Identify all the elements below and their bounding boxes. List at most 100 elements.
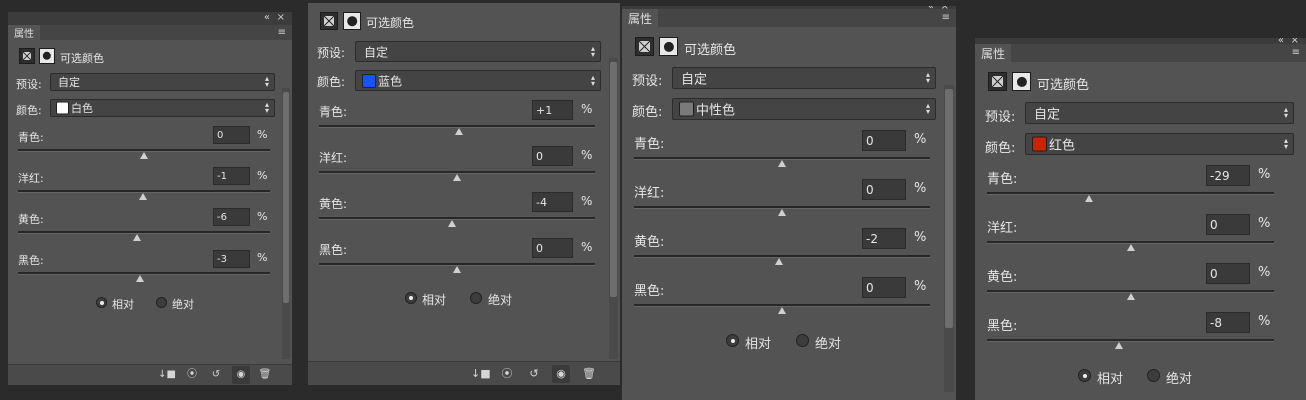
color-label: 颜色: [317,75,346,89]
adjustment-layer-icon [19,48,35,64]
clip-to-layer-icon[interactable]: ↓■ [158,366,176,384]
slider-thumb-cyan[interactable] [1085,195,1093,202]
radio-absolute[interactable] [796,334,809,347]
preset-label: 预设: [632,74,663,89]
color-dropdown[interactable]: 白色 ▴ ▾ [50,99,275,117]
color-swatch [56,101,69,115]
slider-thumb-yellow[interactable] [133,234,141,241]
radio-relative[interactable] [96,297,107,308]
percent-label-black: % [257,251,268,264]
visibility-icon[interactable]: ◉ [232,366,250,384]
slider-track-yellow[interactable] [319,217,595,220]
radio-relative[interactable] [405,292,417,304]
slider-thumb-magenta[interactable] [453,174,461,181]
reset-icon[interactable]: ↺ [207,366,225,384]
preset-dropdown[interactable]: 自定 ▴ ▾ [50,73,275,91]
value-field-yellow[interactable]: -2 [862,228,906,249]
vertical-scrollbar[interactable] [944,85,954,392]
slider-thumb-cyan[interactable] [140,152,148,159]
slider-thumb-magenta[interactable] [1127,244,1135,251]
radio-absolute[interactable] [470,292,482,304]
view-previous-state-icon[interactable]: ⦿ [183,366,201,384]
slider-track-yellow[interactable] [18,231,270,234]
slider-thumb-yellow[interactable] [1127,293,1135,300]
dropdown-arrows-icon: ▴ ▾ [925,101,930,116]
layer-mask-icon[interactable] [343,12,361,30]
slider-thumb-magenta[interactable] [778,209,786,216]
vertical-scrollbar[interactable] [282,88,290,359]
channel-label-cyan: 青色: [634,137,665,152]
slider-track-cyan[interactable] [987,192,1274,195]
value-field-cyan[interactable]: -29 [1206,165,1250,186]
clip-to-layer-icon[interactable]: ↓■ [471,365,491,383]
value-field-yellow[interactable]: 0 [1206,263,1250,284]
slider-thumb-yellow[interactable] [448,220,456,227]
reset-icon[interactable]: ↺ [525,365,543,383]
radio-relative[interactable] [1078,369,1091,382]
panel-title: 可选颜色 [1037,78,1090,93]
value-field-cyan[interactable]: 0 [213,126,250,144]
slider-thumb-black[interactable] [453,266,461,273]
delete-icon[interactable]: 🗑 [256,366,274,384]
tab-properties[interactable]: 属性 [8,25,40,40]
tab-properties[interactable]: 属性 [975,44,1012,62]
preset-value: 自定 [364,45,389,59]
vertical-scrollbar[interactable] [609,58,618,359]
tab-properties[interactable]: 属性 [622,9,659,27]
delete-icon[interactable]: 🗑 [580,365,598,383]
value-field-yellow[interactable]: -4 [532,192,573,212]
channel-label-yellow: 黄色: [634,235,665,250]
close-icon[interactable]: × [277,13,285,23]
value-field-magenta[interactable]: 0 [532,146,573,166]
color-dropdown[interactable]: 蓝色 ▴ ▾ [355,70,601,91]
value-field-black[interactable]: -8 [1206,312,1250,333]
slider-thumb-black[interactable] [136,275,144,282]
color-label: 颜色: [985,141,1016,156]
panel-menu-icon[interactable]: ≡ [278,28,286,38]
scrollbar-thumb[interactable] [610,62,617,297]
radio-absolute-label: 绝对 [1166,372,1193,387]
color-dropdown[interactable]: 红色 ▴ ▾ [1025,133,1294,155]
value-field-magenta[interactable]: -1 [213,167,250,185]
properties-panel: «× 属性 ≡ 可选颜色 预设: 自定 ▴ ▾ 颜色: 红色 ▴ ▾ 青色: -29% 洋红: 0% 黄色: 0%… [975,38,1306,400]
collapse-icon[interactable]: « [264,13,270,23]
slider-thumb-yellow[interactable] [775,258,783,265]
scrollbar-thumb[interactable] [283,92,289,304]
slider-thumb-cyan[interactable] [455,128,463,135]
panel-menu-icon[interactable]: ≡ [1292,48,1300,58]
slider-thumb-black[interactable] [1115,342,1123,349]
preset-dropdown[interactable]: 自定 ▴ ▾ [1025,102,1294,124]
slider-thumb-magenta[interactable] [139,193,147,200]
panel-menu-icon[interactable]: ≡ [942,13,950,23]
value-field-yellow[interactable]: -6 [213,208,250,226]
preset-dropdown[interactable]: 自定 ▴ ▾ [355,41,601,62]
radio-absolute[interactable] [1147,369,1160,382]
visibility-icon[interactable]: ◉ [552,365,570,383]
channel-label-yellow: 黄色: [987,270,1018,285]
layer-mask-icon[interactable] [39,48,55,64]
radio-absolute-label: 绝对 [172,298,194,311]
channel-label-cyan: 青色: [319,105,348,119]
value-field-black[interactable]: 0 [532,238,573,258]
color-dropdown[interactable]: 中性色 ▴ ▾ [672,98,936,120]
tab-bar: 属性 ≡ [622,9,956,27]
preset-dropdown[interactable]: 自定 ▴ ▾ [672,67,936,89]
slider-track-black[interactable] [18,272,270,275]
adjustment-layer-icon [635,37,654,56]
scrollbar-thumb[interactable] [945,89,953,329]
value-field-magenta[interactable]: 0 [1206,214,1250,235]
slider-track-black[interactable] [987,339,1274,342]
slider-thumb-cyan[interactable] [778,160,786,167]
view-previous-state-icon[interactable]: ⦿ [498,365,516,383]
value-field-black[interactable]: 0 [862,277,906,298]
radio-absolute[interactable] [156,297,167,308]
value-field-cyan[interactable]: +1 [532,100,573,120]
value-field-black[interactable]: -3 [213,250,250,268]
value-field-magenta[interactable]: 0 [862,179,906,200]
layer-mask-icon[interactable] [1012,72,1031,91]
layer-mask-icon[interactable] [659,37,678,56]
radio-relative[interactable] [726,334,739,347]
slider-thumb-black[interactable] [778,307,786,314]
value-field-cyan[interactable]: 0 [862,130,906,151]
color-label: 颜色: [16,104,42,117]
